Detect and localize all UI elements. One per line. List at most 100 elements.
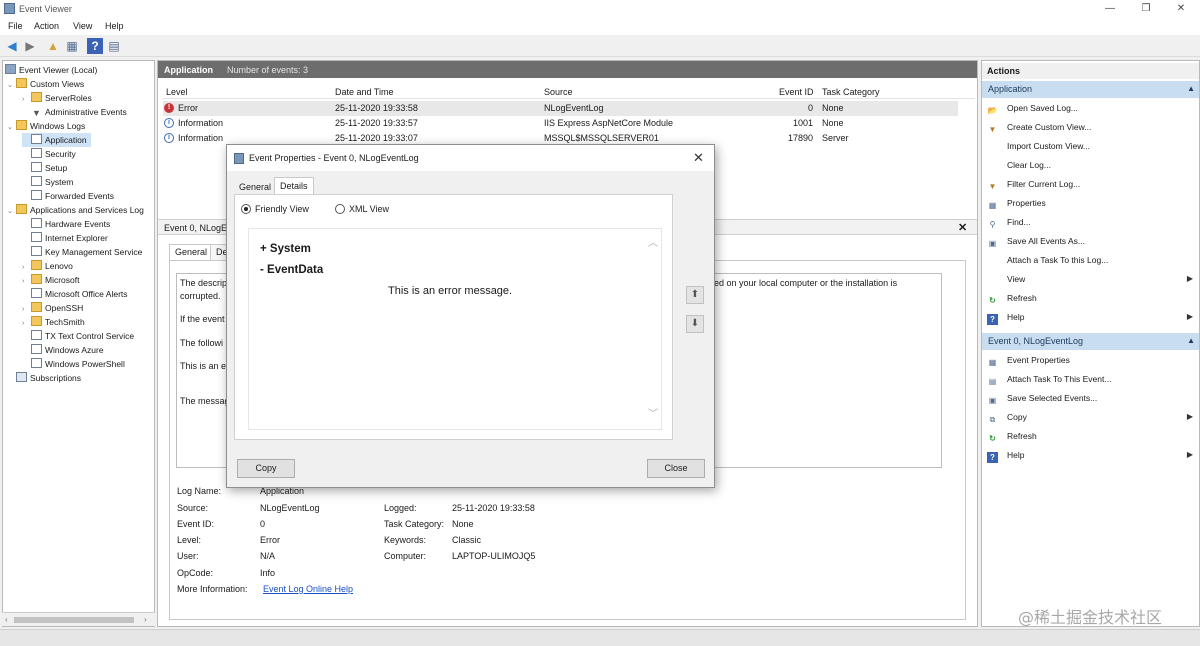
tree-label: Forwarded Events	[45, 191, 114, 201]
action-find[interactable]: ⚲ Find...	[987, 213, 1195, 231]
scroll-up-icon[interactable]: ︿	[648, 234, 658, 249]
radio-selected-icon[interactable]	[241, 204, 251, 214]
tree-node-serverroles[interactable]: › ServerRoles	[22, 91, 92, 105]
description-line: This is an e	[180, 361, 227, 371]
tree-node-tx-text-control[interactable]: TX Text Control Service	[22, 329, 134, 343]
tree-node-event-viewer[interactable]: Event Viewer (Local)	[5, 63, 97, 77]
column-event-id[interactable]: Event ID	[779, 87, 814, 97]
scroll-left-icon[interactable]: ‹	[5, 615, 8, 624]
action-create-custom-view[interactable]: ▼ Create Custom View...	[987, 118, 1195, 136]
menu-view[interactable]: View	[73, 21, 92, 31]
collapse-icon[interactable]: ▲	[1187, 84, 1195, 93]
action-event-properties[interactable]: ▦ Event Properties	[987, 351, 1195, 369]
tree-node-hardware-events[interactable]: Hardware Events	[22, 217, 110, 231]
action-open-saved-log[interactable]: 📂 Open Saved Log...	[987, 99, 1195, 117]
tree-node-windows-logs[interactable]: ⌄ Windows Logs	[7, 119, 85, 133]
menu-action[interactable]: Action	[34, 21, 59, 31]
open-log-icon: 📂	[987, 106, 998, 115]
collapse-icon[interactable]: ▲	[1187, 336, 1195, 345]
xml-view-radio[interactable]: XML View	[335, 204, 389, 214]
tree-node-key-management[interactable]: Key Management Service	[22, 245, 142, 259]
friendly-view-radio[interactable]: Friendly View	[241, 204, 309, 214]
blank-icon	[987, 140, 998, 151]
back-icon[interactable]: ◀	[4, 38, 20, 54]
scroll-down-icon[interactable]: ﹀	[648, 405, 658, 420]
copy-button[interactable]: Copy	[237, 459, 295, 478]
radio-unselected-icon[interactable]	[335, 204, 345, 214]
action-help[interactable]: ? Help ▶	[987, 308, 1195, 326]
action-clear-log[interactable]: Clear Log...	[987, 156, 1195, 174]
tree-node-openssh[interactable]: › OpenSSH	[22, 301, 83, 315]
eventdata-node-toggle[interactable]: - EventData	[260, 264, 323, 276]
previous-event-button[interactable]: ⬆	[686, 286, 704, 304]
event-log-online-help-link[interactable]: Event Log Online Help	[263, 584, 353, 594]
next-event-button[interactable]: ⬇	[686, 315, 704, 333]
tree-node-administrative-events[interactable]: ▼ Administrative Events	[22, 105, 127, 119]
tree-node-subscriptions[interactable]: Subscriptions	[7, 371, 81, 385]
help-icon[interactable]: ?	[87, 38, 103, 54]
section-label: Event 0, NLogEventLog	[988, 336, 1084, 346]
maximize-button[interactable]: ❐	[1131, 1, 1161, 17]
tree-node-system[interactable]: System	[22, 175, 73, 189]
properties-icon: ▦	[988, 201, 997, 210]
chevron-down-icon[interactable]: ⌄	[7, 205, 16, 219]
forward-icon[interactable]: ▶	[22, 38, 38, 54]
tree-node-internet-explorer[interactable]: Internet Explorer	[22, 231, 108, 245]
chevron-down-icon[interactable]: ⌄	[7, 121, 16, 135]
column-task-category[interactable]: Task Category	[822, 87, 880, 97]
tree-node-forwarded-events[interactable]: Forwarded Events	[22, 189, 114, 203]
folder-icon	[31, 274, 42, 284]
show-pane-icon[interactable]: ▤	[106, 38, 122, 54]
folder-icon	[31, 260, 42, 270]
close-icon[interactable]: ✕	[693, 150, 704, 166]
tree-node-microsoft[interactable]: › Microsoft	[22, 273, 79, 287]
properties-icon[interactable]: ▦	[64, 38, 80, 54]
action-help[interactable]: ? Help ▶	[987, 446, 1195, 464]
action-import-custom-view[interactable]: Import Custom View...	[987, 137, 1195, 155]
action-attach-a-task-to-this-log[interactable]: Attach a Task To this Log...	[987, 251, 1195, 269]
column-level[interactable]: Level	[166, 87, 188, 97]
filter-icon: ▼	[988, 182, 997, 191]
table-row[interactable]: i Information 25-11-2020 19:33:57 IIS Ex…	[163, 116, 958, 131]
action-filter-current-log[interactable]: ▼ Filter Current Log...	[987, 175, 1195, 193]
tree-node-security[interactable]: Security	[22, 147, 76, 161]
minimize-button[interactable]: —	[1095, 1, 1125, 17]
action-properties[interactable]: ▦ Properties	[987, 194, 1195, 212]
action-refresh[interactable]: ↻ Refresh	[987, 289, 1195, 307]
action-refresh[interactable]: ↻ Refresh	[987, 427, 1195, 445]
tree-node-office-alerts[interactable]: Microsoft Office Alerts	[22, 287, 128, 301]
actions-section-application[interactable]: Application ▲	[982, 81, 1199, 98]
close-dialog-button[interactable]: Close	[647, 459, 705, 478]
dialog-tab-details[interactable]: Details	[274, 177, 314, 195]
column-source[interactable]: Source	[544, 87, 573, 97]
menu-file[interactable]: File	[8, 21, 23, 31]
system-node-toggle[interactable]: + System	[260, 243, 311, 255]
scroll-thumb[interactable]	[14, 617, 134, 623]
action-view[interactable]: View ▶	[987, 270, 1195, 288]
close-button[interactable]: ✕	[1166, 1, 1196, 17]
blank-icon	[987, 254, 998, 265]
table-row[interactable]: ! Error 25-11-2020 19:33:58 NLogEventLog…	[163, 101, 958, 116]
scroll-right-icon[interactable]: ›	[144, 615, 147, 624]
tab-general[interactable]: General	[169, 244, 214, 261]
column-date[interactable]: Date and Time	[335, 87, 394, 97]
tree-node-windows-powershell[interactable]: Windows PowerShell	[22, 357, 125, 371]
action-copy[interactable]: ⧉ Copy ▶	[987, 408, 1195, 426]
menu-help[interactable]: Help	[105, 21, 124, 31]
tree-node-windows-azure[interactable]: Windows Azure	[22, 343, 104, 357]
tree-node-lenovo[interactable]: › Lenovo	[22, 259, 73, 273]
title-bar: Event Viewer — ❐ ✕	[0, 0, 1200, 18]
tree-node-techsmith[interactable]: › TechSmith	[22, 315, 85, 329]
chevron-down-icon[interactable]: ⌄	[7, 79, 16, 93]
tree-node-applications-services[interactable]: ⌄ Applications and Services Log	[7, 203, 144, 217]
action-save-selected-events[interactable]: ▣ Save Selected Events...	[987, 389, 1195, 407]
up-folder-icon[interactable]: ▲	[45, 38, 61, 54]
action-attach-task-to-this-event[interactable]: ▤ Attach Task To This Event...	[987, 370, 1195, 388]
action-save-all-events-as[interactable]: ▣ Save All Events As...	[987, 232, 1195, 250]
close-icon[interactable]: ✕	[958, 221, 967, 234]
tree-node-setup[interactable]: Setup	[22, 161, 67, 175]
actions-section-event[interactable]: Event 0, NLogEventLog ▲	[982, 333, 1199, 350]
tree-node-application[interactable]: Application	[22, 133, 91, 147]
tree-horizontal-scrollbar[interactable]: ‹ ›	[2, 612, 155, 626]
tree-node-custom-views[interactable]: ⌄ Custom Views	[7, 77, 84, 91]
